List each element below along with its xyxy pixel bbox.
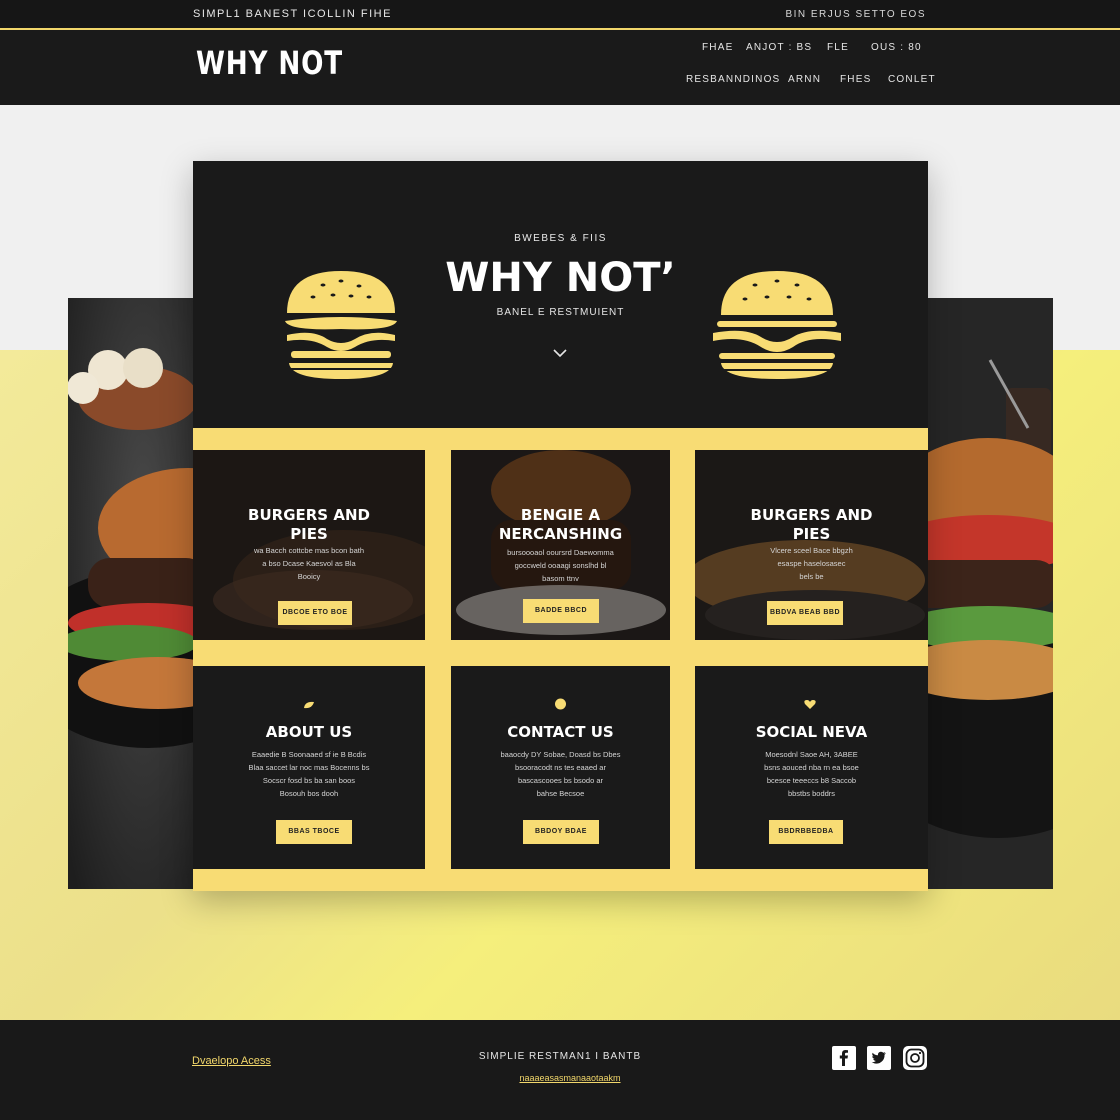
hero-section: BWEBES & FIIS WHY NOT’ BANEL E RESTMUIEN… bbox=[193, 161, 928, 428]
content-card: BWEBES & FIIS WHY NOT’ BANEL E RESTMUIEN… bbox=[193, 161, 928, 891]
info-text: Moesodnl Saoe AH, 3ABEE bsns aouced nba … bbox=[764, 750, 859, 798]
footer-title: SIMPLIE RESTMAN1 I BANTB bbox=[478, 1051, 642, 1062]
info-button[interactable]: BBAS TBOCE bbox=[276, 820, 352, 844]
site-footer: Dvaelopo Acess SIMPLIE RESTMAN1 I BANTB … bbox=[0, 1020, 1120, 1120]
feature-text: wa Bacch cottcbe mas bcon bath a bso Dca… bbox=[253, 546, 365, 581]
feature-tile: BURGERS AND PIES wa Bacch cottcbe mas bc… bbox=[193, 450, 425, 640]
feature-tile: BURGERS AND PIES Vlcere sceel Bace bbgzh… bbox=[695, 450, 928, 640]
nav-item[interactable]: RESBANNDINOS bbox=[686, 74, 780, 85]
site-logo[interactable]: WHY NOT bbox=[196, 44, 343, 82]
top-bar-left-text: SIMPL1 BANEST ICOLLIN FIHE bbox=[193, 8, 392, 20]
chevron-down-icon[interactable] bbox=[552, 347, 568, 359]
nav-item[interactable]: FHAE bbox=[702, 42, 733, 53]
footer-email[interactable]: naaaeasasmanaaotaakm bbox=[0, 1073, 1120, 1083]
info-text: Eaaedie B Soonaaed sf ie B Bcdis Blaa sa… bbox=[248, 750, 370, 798]
nav-item[interactable]: FLE bbox=[827, 42, 849, 53]
info-tile-about: ABOUT US Eaaedie B Soonaaed sf ie B Bcdi… bbox=[193, 666, 425, 869]
info-button[interactable]: BBDOY BDAE bbox=[523, 820, 599, 844]
location-pin-icon bbox=[555, 698, 566, 710]
hero-kicker: BWEBES & FIIS bbox=[514, 233, 607, 244]
feature-title: BURGERS AND PIES bbox=[248, 506, 370, 543]
feature-text: Vlcere sceel Bace bbgzh esaspe haselosas… bbox=[770, 546, 853, 581]
info-title: ABOUT US bbox=[265, 723, 353, 741]
nav-item[interactable]: ARNN bbox=[788, 74, 821, 85]
hero-subtitle: BANEL E RESTMUIENT bbox=[496, 307, 625, 318]
feature-button[interactable]: DBCOE ETO BOE bbox=[278, 601, 352, 625]
burger-photo-right bbox=[928, 298, 1053, 889]
nav-item[interactable]: OUS : 80 bbox=[871, 42, 922, 53]
nav-item[interactable]: CONLET bbox=[888, 74, 936, 85]
hero-title: WHY NOT’ bbox=[445, 255, 676, 301]
nav-item[interactable]: FHES bbox=[840, 74, 871, 85]
leaf-icon bbox=[304, 701, 314, 709]
main-stage: BWEBES & FIIS WHY NOT’ BANEL E RESTMUIEN… bbox=[0, 105, 1120, 1020]
facebook-icon[interactable] bbox=[832, 1046, 856, 1070]
top-bar-right-text[interactable]: BIN ERJUS SETTO EOS bbox=[785, 9, 926, 20]
info-text: baaocdy DY Sobae, Doasd bs Dbes bsooraco… bbox=[500, 750, 621, 798]
feature-tile: BENGIE A NERCANSHING bursoooaol ooursrd … bbox=[451, 450, 670, 640]
feature-button[interactable]: BBDVA BEAB BBD bbox=[767, 601, 843, 625]
feature-title: BURGERS AND PIES bbox=[750, 506, 873, 543]
info-title: SOCIAL NEVA bbox=[755, 723, 868, 741]
feature-text: bursoooaol ooursrd Daewomma goccweld ooa… bbox=[507, 548, 614, 583]
top-bar: SIMPL1 BANEST ICOLLIN FIHE BIN ERJUS SET… bbox=[0, 0, 1120, 30]
site-header: WHY NOT FHAE ANJOT : BS FLE OUS : 80 RES… bbox=[0, 30, 1120, 105]
heart-icon bbox=[804, 700, 816, 709]
instagram-icon[interactable] bbox=[903, 1046, 927, 1070]
info-tile-social: SOCIAL NEVA Moesodnl Saoe AH, 3ABEE bsns… bbox=[695, 666, 928, 869]
burger-photo-left bbox=[68, 298, 193, 889]
nav-item[interactable]: ANJOT : BS bbox=[746, 42, 812, 53]
feature-button[interactable]: BADDE BBCD bbox=[523, 599, 599, 623]
feature-title: BENGIE A NERCANSHING bbox=[498, 506, 623, 543]
twitter-icon[interactable] bbox=[867, 1046, 891, 1070]
info-tile-contact: CONTACT US baaocdy DY Sobae, Doasd bs Db… bbox=[451, 666, 670, 869]
info-title: CONTACT US bbox=[507, 723, 614, 741]
info-button[interactable]: BBDRBBEDBA bbox=[769, 820, 843, 844]
